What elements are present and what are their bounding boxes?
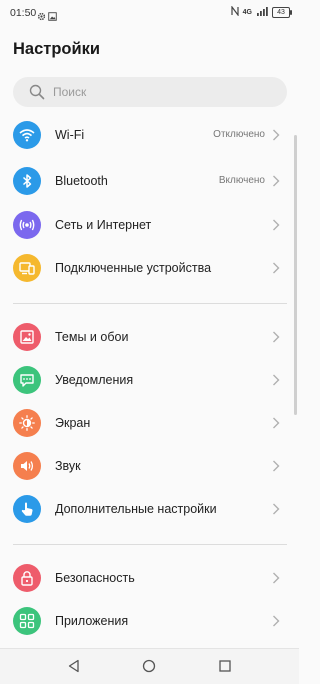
gear-icon	[37, 8, 46, 21]
lock-icon	[13, 564, 41, 592]
settings-item-label: Подключенные устройства	[55, 261, 212, 275]
signal-icon	[256, 6, 268, 18]
back-icon[interactable]	[67, 659, 81, 678]
settings-item-label: Bluetooth	[55, 174, 108, 188]
settings-item-wifi[interactable]: Wi-Fi Отключено	[0, 116, 299, 156]
settings-item-display[interactable]: Экран	[0, 404, 299, 444]
chevron-right-icon	[272, 218, 280, 236]
settings-item-value: Включено	[218, 175, 265, 186]
nfc-icon	[231, 5, 239, 18]
settings-item-bluetooth[interactable]: Bluetooth Включено	[0, 162, 299, 202]
notification-icon	[13, 366, 41, 394]
chevron-right-icon	[272, 416, 280, 434]
bluetooth-icon	[13, 167, 41, 195]
settings-item-security[interactable]: Безопасность	[0, 559, 299, 599]
wifi-icon	[13, 121, 41, 149]
settings-item-label: Экран	[55, 416, 91, 430]
status-bar: 01:50 4G 43	[0, 0, 299, 28]
sound-icon	[13, 452, 41, 480]
settings-item-network[interactable]: Сеть и Интернет	[0, 206, 299, 246]
settings-item-label: Безопасность	[55, 571, 135, 585]
settings-item-label: Уведомления	[55, 373, 134, 387]
scrollbar[interactable]	[294, 135, 297, 415]
hand-icon	[13, 495, 41, 523]
chevron-right-icon	[272, 459, 280, 477]
group-divider	[13, 544, 287, 545]
chevron-right-icon	[272, 373, 280, 391]
apps-icon	[13, 607, 41, 635]
settings-item-label: Wi-Fi	[55, 128, 85, 142]
home-icon[interactable]	[142, 659, 156, 678]
group-divider	[13, 303, 287, 304]
settings-item-label: Звук	[55, 459, 81, 473]
network-label: 4G	[242, 8, 252, 16]
chevron-right-icon	[272, 571, 280, 589]
image-icon	[48, 8, 57, 21]
settings-item-label: Приложения	[55, 614, 129, 628]
search-placeholder: Поиск	[53, 85, 87, 99]
settings-item-notifications[interactable]: Уведомления	[0, 361, 299, 401]
search-icon	[29, 84, 45, 105]
recents-icon[interactable]	[218, 659, 232, 678]
settings-item-themes[interactable]: Темы и обои	[0, 318, 299, 358]
settings-item-apps[interactable]: Приложения	[0, 602, 299, 642]
chevron-right-icon	[272, 261, 280, 279]
search-input[interactable]: Поиск	[13, 77, 287, 107]
chevron-right-icon	[272, 330, 280, 348]
chevron-right-icon	[272, 502, 280, 520]
chevron-right-icon	[272, 174, 280, 192]
battery-icon: 43	[272, 6, 292, 18]
wallpaper-icon	[13, 323, 41, 351]
settings-item-label: Сеть и Интернет	[55, 218, 152, 232]
settings-item-sound[interactable]: Звук	[0, 447, 299, 487]
network-icon	[13, 211, 41, 239]
settings-item-label: Дополнительные настройки	[55, 502, 217, 516]
chevron-right-icon	[272, 614, 280, 632]
settings-item-connected-devices[interactable]: Подключенные устройства	[0, 249, 299, 289]
settings-item-additional[interactable]: Дополнительные настройки	[0, 490, 299, 530]
brightness-icon	[13, 409, 41, 437]
navigation-bar	[0, 648, 299, 684]
settings-item-label: Темы и обои	[55, 330, 129, 344]
chevron-right-icon	[272, 128, 280, 146]
devices-icon	[13, 254, 41, 282]
page-title: Настройки	[13, 40, 101, 58]
status-time: 01:50	[10, 7, 37, 19]
settings-item-value: Отключено	[213, 129, 265, 140]
